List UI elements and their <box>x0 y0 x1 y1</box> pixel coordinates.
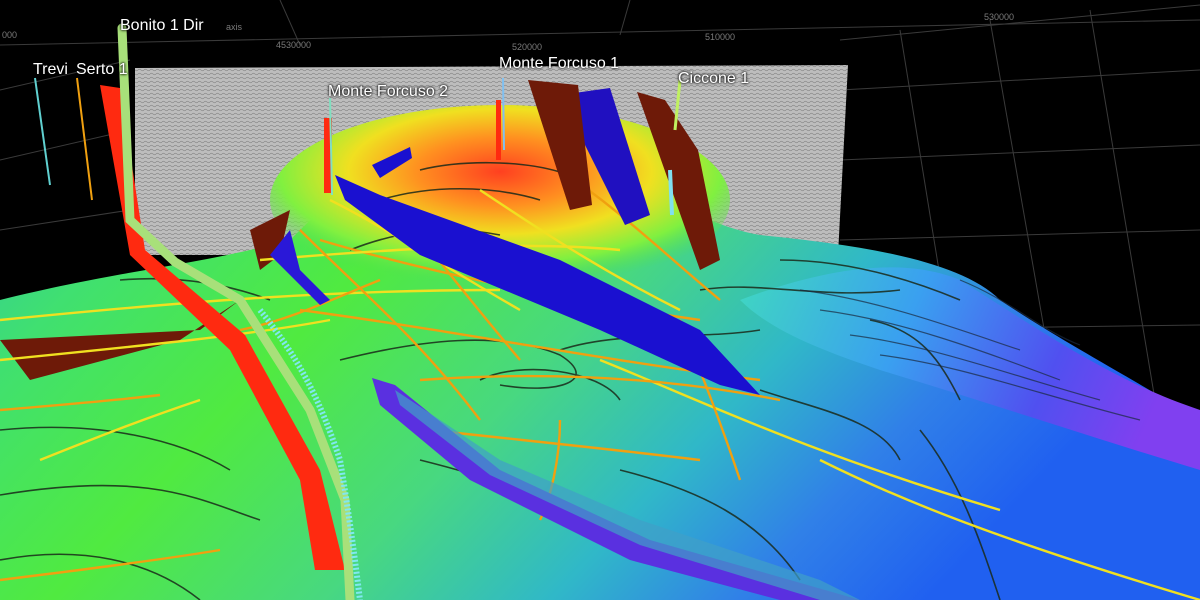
axis-label-530000: 530000 <box>984 12 1015 22</box>
axis-label-000: 000 <box>2 30 18 40</box>
well-label-serto-1[interactable]: Serto 1 <box>76 62 128 78</box>
axis-label-4530000: 4530000 <box>276 40 312 50</box>
well-label-monte-forcuso-2[interactable]: Monte Forcuso 2 <box>328 84 448 100</box>
well-label-bonito-1-dir[interactable]: Bonito 1 Dir <box>120 18 204 34</box>
well-label-ciccone-1[interactable]: Ciccone 1 <box>678 71 749 87</box>
3d-geology-viewport[interactable] <box>0 0 1200 600</box>
well-trevi[interactable] <box>34 77 51 186</box>
well-label-monte-forcuso-1[interactable]: Monte Forcuso 1 <box>499 56 619 72</box>
well-label-trevi[interactable]: Trevi <box>33 62 68 78</box>
axis-label-510000: 510000 <box>705 32 736 42</box>
axis-label-520000: 520000 <box>512 42 543 52</box>
axis-label-axis: axis <box>226 22 243 32</box>
